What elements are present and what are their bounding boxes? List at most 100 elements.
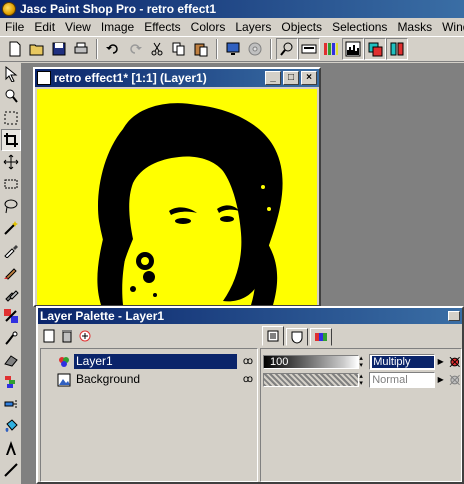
toolbar-separator (270, 39, 272, 59)
color-replacer-icon[interactable] (1, 305, 21, 327)
text-icon[interactable] (1, 437, 21, 459)
zoom-icon[interactable] (1, 85, 21, 107)
layer-palette-title-bar[interactable]: Layer Palette - Layer1 (38, 308, 462, 324)
opacity-slider[interactable]: 100 (263, 354, 360, 369)
background-properties-row: ▴ ▾ Normal ▶ (263, 371, 461, 388)
layer-properties-icon[interactable] (78, 329, 92, 343)
minimize-button[interactable]: _ (265, 71, 281, 85)
document-title: retro effect1* [1:1] (Layer1) (54, 71, 207, 85)
layer-visibility-toggle[interactable]: ꝏ (241, 356, 255, 368)
menu-image[interactable]: Image (96, 18, 139, 36)
retouch-icon[interactable] (1, 327, 21, 349)
tab-opacity[interactable] (262, 326, 284, 346)
print-icon[interactable] (70, 38, 92, 60)
app-icon[interactable] (2, 2, 16, 16)
new-icon[interactable] (4, 38, 26, 60)
new-layer-icon[interactable] (42, 329, 56, 343)
flood-fill-icon[interactable] (1, 415, 21, 437)
airbrush-icon[interactable] (1, 393, 21, 415)
histogram-icon[interactable] (342, 38, 364, 60)
overview-icon[interactable] (276, 38, 298, 60)
picture-tube-icon[interactable] (1, 371, 21, 393)
menu-view[interactable]: View (60, 18, 96, 36)
save-icon[interactable] (48, 38, 70, 60)
deformation-icon[interactable] (1, 107, 21, 129)
close-button[interactable]: × (301, 71, 317, 85)
crop-icon[interactable] (1, 129, 21, 151)
draw-icon[interactable] (1, 459, 21, 481)
layer-palette: Layer Palette - Layer1 Layer1 ꝏ Backgrou… (36, 306, 464, 484)
freehand-icon[interactable] (1, 195, 21, 217)
retro-portrait-image (37, 89, 317, 305)
menu-masks[interactable]: Masks (392, 18, 437, 36)
color-palette-icon[interactable] (320, 38, 342, 60)
menu-file[interactable]: File (0, 18, 29, 36)
menu-window[interactable]: Window (437, 18, 464, 36)
tools-palette (0, 63, 22, 484)
layer-list: Layer1 ꝏ Background ꝏ (40, 348, 258, 482)
copy-icon[interactable] (168, 38, 190, 60)
layer-palette-tabs (260, 326, 462, 346)
blend-mode-arrow-icon[interactable]: ▶ (436, 355, 446, 369)
paintbrush-icon[interactable] (1, 261, 21, 283)
document-window: retro effect1* [1:1] (Layer1) _ □ × (33, 67, 321, 307)
layer-row-background[interactable]: Background ꝏ (45, 371, 255, 388)
menu-effects[interactable]: Effects (139, 18, 185, 36)
controls-icon[interactable] (386, 38, 408, 60)
opacity-spinner[interactable]: ▴ ▾ (359, 373, 365, 387)
dropper-icon[interactable] (1, 239, 21, 261)
raster-layer-icon (59, 356, 69, 367)
blend-mode-dropdown[interactable]: Normal (369, 371, 435, 388)
toolbar-separator (216, 39, 218, 59)
document-icon[interactable] (37, 71, 51, 85)
opacity-spinner[interactable]: ▴ ▾ (359, 355, 365, 369)
eraser-icon[interactable] (1, 349, 21, 371)
undo-icon[interactable] (102, 38, 124, 60)
main-toolbar (0, 36, 464, 62)
maximize-button[interactable]: □ (283, 71, 299, 85)
blend-mode-value: Normal (372, 373, 408, 386)
document-title-bar[interactable]: retro effect1* [1:1] (Layer1) _ □ × (35, 69, 319, 87)
layer-buttons (40, 326, 258, 346)
opacity-slider[interactable] (263, 372, 360, 387)
layer-name: Layer1 (74, 354, 237, 369)
blend-mode-value: Multiply (372, 355, 434, 368)
link-toggle-icon[interactable] (448, 373, 461, 387)
layer-visibility-toggle[interactable]: ꝏ (241, 374, 255, 386)
mover-icon[interactable] (1, 151, 21, 173)
paste-icon[interactable] (190, 38, 212, 60)
full-screen-icon[interactable] (222, 38, 244, 60)
menu-layers[interactable]: Layers (230, 18, 276, 36)
arrow-icon[interactable] (1, 63, 21, 85)
blend-mode-dropdown[interactable]: Multiply (369, 353, 435, 370)
app-window: Jasc Paint Shop Pro - retro effect1 File… (0, 0, 464, 484)
browse-icon[interactable] (244, 38, 266, 60)
layer-palette-title: Layer Palette - Layer1 (40, 309, 165, 323)
tab-channels[interactable] (310, 328, 332, 346)
layer-palette-rollup-button[interactable] (448, 311, 460, 321)
layer-properties-panel: 100 ▴ ▾ Multiply ▶ ▴ ▾ Normal ▶ (260, 326, 462, 482)
redo-icon[interactable] (124, 38, 146, 60)
layer-row-layer1[interactable]: Layer1 ꝏ (45, 353, 255, 370)
magic-wand-icon[interactable] (1, 217, 21, 239)
menu-objects[interactable]: Objects (276, 18, 327, 36)
open-icon[interactable] (26, 38, 48, 60)
selection-icon[interactable] (1, 173, 21, 195)
title-bar[interactable]: Jasc Paint Shop Pro - retro effect1 (0, 0, 464, 18)
opacity-slider-fill (264, 373, 359, 386)
tab-mask[interactable] (286, 328, 308, 346)
menu-bar: File Edit View Image Effects Colors Laye… (0, 18, 464, 36)
menu-selections[interactable]: Selections (327, 18, 392, 36)
menu-edit[interactable]: Edit (29, 18, 60, 36)
layer-palette-icon[interactable] (364, 38, 386, 60)
toolbar-separator (96, 39, 98, 59)
blend-mode-arrow-icon[interactable]: ▶ (436, 373, 446, 387)
link-toggle-icon[interactable] (448, 355, 461, 369)
menu-colors[interactable]: Colors (186, 18, 231, 36)
layer-list-panel: Layer1 ꝏ Background ꝏ (40, 326, 258, 482)
cut-icon[interactable] (146, 38, 168, 60)
clone-brush-icon[interactable] (1, 283, 21, 305)
image-canvas[interactable] (37, 89, 317, 305)
delete-layer-icon[interactable] (60, 329, 74, 343)
tool-options-icon[interactable] (298, 38, 320, 60)
